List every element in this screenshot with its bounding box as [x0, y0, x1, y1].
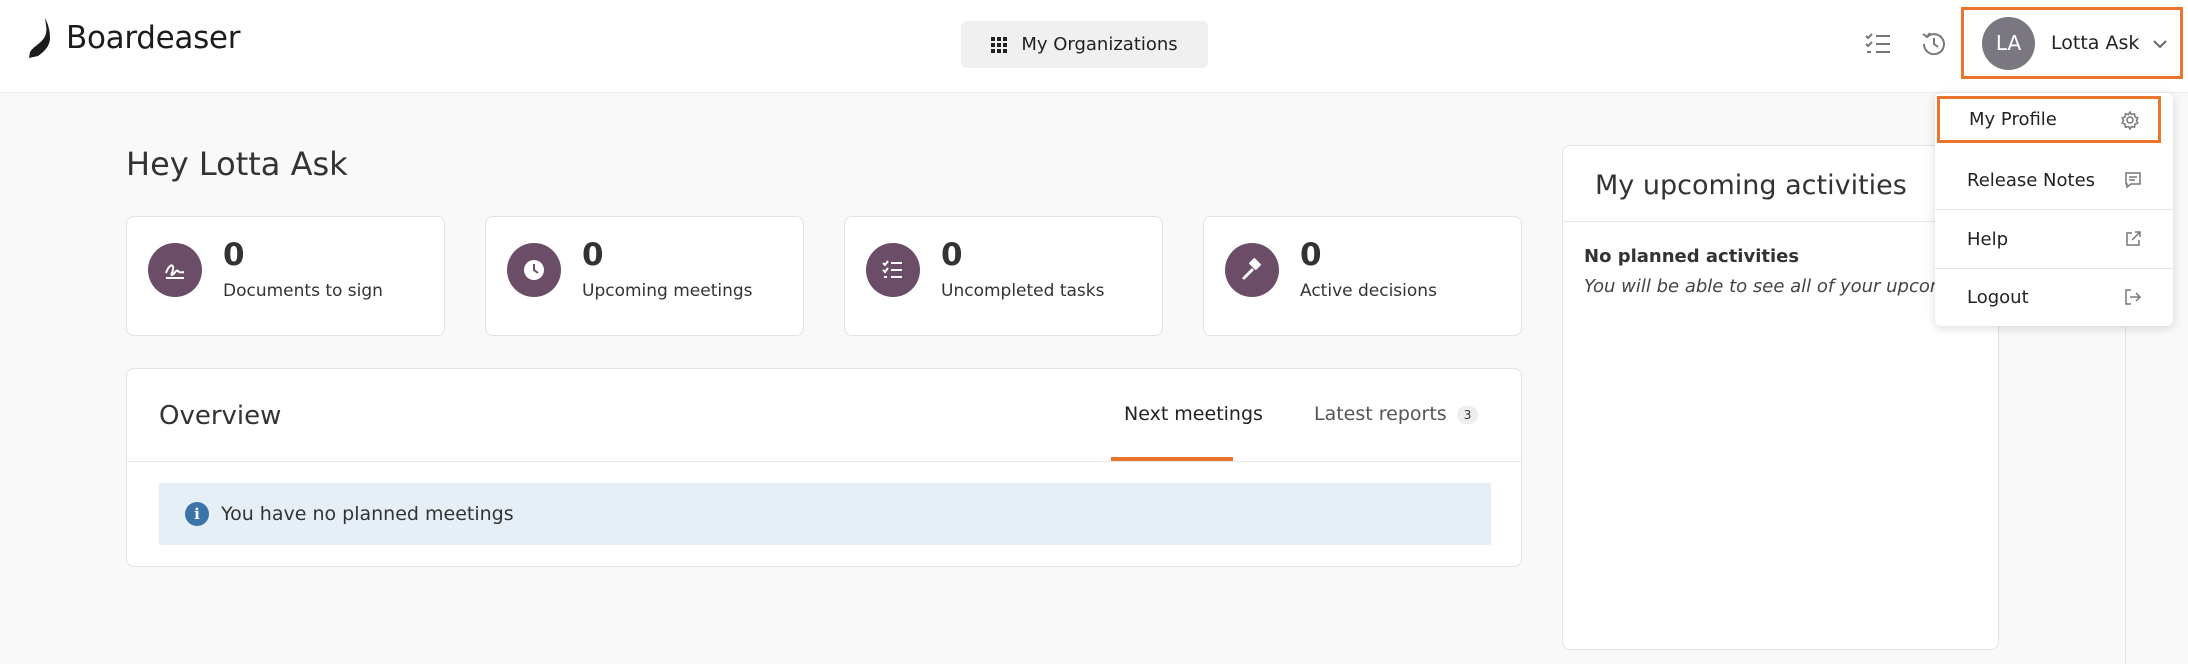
logout-icon	[2125, 289, 2142, 305]
menu-item-label: Logout	[1967, 286, 2029, 308]
stat-label: Active decisions	[1300, 281, 1437, 301]
user-menu-button[interactable]: LA Lotta Ask	[1961, 7, 2183, 79]
stat-card-meetings[interactable]: 0 Upcoming meetings	[485, 216, 804, 336]
external-link-icon	[2126, 231, 2141, 246]
my-organizations-button[interactable]: My Organizations	[961, 21, 1208, 68]
upcoming-activities-panel: My upcoming activities No planned activi…	[1562, 145, 1999, 650]
stat-label: Uncompleted tasks	[941, 281, 1105, 301]
divider	[127, 461, 1521, 462]
signature-icon	[148, 243, 202, 297]
menu-item-label: My Profile	[1969, 109, 2057, 130]
menu-item-my-profile[interactable]: My Profile	[1937, 96, 2161, 143]
menu-item-label: Help	[1967, 228, 2009, 250]
menu-item-help[interactable]: Help	[1935, 210, 2173, 268]
menu-item-logout[interactable]: Logout	[1935, 268, 2173, 326]
tab-label: Next meetings	[1124, 403, 1263, 425]
logo[interactable]: Boardeaser	[28, 16, 240, 60]
menu-item-release-notes[interactable]: Release Notes	[1935, 151, 2173, 209]
message-icon	[2125, 172, 2141, 189]
stat-card-documents[interactable]: 0 Documents to sign	[126, 216, 445, 336]
tab-next-meetings[interactable]: Next meetings	[1124, 403, 1263, 425]
stat-value: 0	[941, 237, 963, 273]
gear-icon	[2121, 110, 2139, 130]
empty-state-title: No planned activities	[1584, 246, 1800, 267]
page-greeting: Hey Lotta Ask	[126, 145, 348, 183]
stat-value: 0	[582, 237, 604, 273]
tab-latest-reports[interactable]: Latest reports 3	[1314, 403, 1479, 425]
user-dropdown-menu: My Profile Release Notes Help Logout	[1935, 93, 2173, 326]
stat-card-tasks[interactable]: 0 Uncompleted tasks	[844, 216, 1163, 336]
history-icon[interactable]	[1918, 28, 1950, 60]
reports-count-badge: 3	[1456, 405, 1479, 424]
gavel-icon	[1225, 243, 1279, 297]
apps-grid-icon	[991, 36, 1008, 53]
no-meetings-info: i You have no planned meetings	[159, 483, 1491, 545]
my-organizations-label: My Organizations	[1021, 34, 1178, 55]
chevron-down-icon	[2153, 40, 2167, 49]
boardeaser-logo-icon	[29, 18, 50, 58]
top-header: Boardeaser My Organizations LA Lotta Ask	[0, 0, 2188, 93]
info-message: You have no planned meetings	[221, 503, 514, 525]
user-name: Lotta Ask	[2051, 32, 2140, 54]
stat-label: Upcoming meetings	[582, 281, 753, 301]
stat-card-decisions[interactable]: 0 Active decisions	[1203, 216, 1522, 336]
activities-title: My upcoming activities	[1595, 170, 1907, 201]
logo-text: Boardeaser	[66, 20, 241, 56]
avatar: LA	[1982, 16, 2035, 70]
divider	[1563, 221, 1998, 222]
menu-item-label: Release Notes	[1967, 169, 2096, 191]
tab-label: Latest reports	[1314, 403, 1447, 425]
overview-panel: Overview Next meetings Latest reports 3 i…	[126, 368, 1522, 567]
tasks-checklist-icon[interactable]	[1862, 28, 1894, 60]
info-icon: i	[185, 502, 209, 526]
stat-value: 0	[223, 237, 245, 273]
stat-label: Documents to sign	[223, 281, 383, 301]
clock-icon	[507, 243, 561, 297]
checklist-icon	[866, 243, 920, 297]
overview-title: Overview	[159, 401, 282, 431]
stat-value: 0	[1300, 237, 1322, 273]
